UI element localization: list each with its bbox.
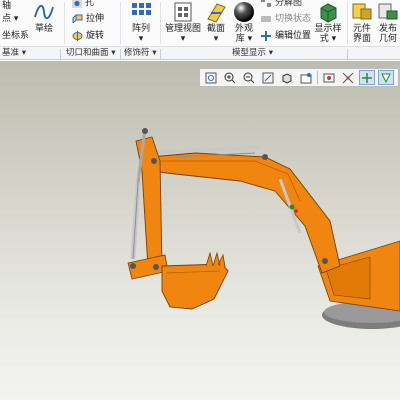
point-label: 点 ▾ [2, 14, 19, 24]
group-separator [120, 49, 121, 59]
refit-icon[interactable] [203, 70, 219, 85]
joint-pin [151, 158, 157, 164]
manage-views-dropdown-arrow[interactable]: ▾ [181, 34, 186, 44]
appearance-sphere-icon [234, 2, 254, 22]
modifiers-group-label[interactable]: 修饰符 ▾ [124, 48, 156, 59]
display-style-button[interactable]: 显示样 式 ▾ [313, 1, 343, 44]
coordinate-system-button[interactable]: 坐标系 [2, 31, 29, 41]
bucket-teeth [205, 251, 226, 268]
joint-pin [262, 154, 268, 160]
joint-pin [322, 258, 328, 264]
coordinate-system-label: 坐标系 [2, 31, 30, 41]
publish-label: 发布 [378, 24, 397, 34]
ribbon-separator [160, 2, 161, 44]
pattern-button[interactable]: 阵列 ▾ [126, 1, 156, 44]
repaint-icon[interactable] [260, 70, 276, 85]
pattern-icon [132, 3, 151, 15]
component-label: 元件 [352, 24, 371, 34]
toolbar-separator [317, 71, 318, 84]
saved-views-icon[interactable] [298, 70, 314, 85]
group-separator [60, 49, 61, 59]
appearance-label: 外观 [234, 24, 253, 34]
group-separator [160, 49, 161, 59]
toggle-status-label: 切换状态 [275, 14, 312, 24]
ribbon: 轴 点 ▾ 坐标系 草绘 孔 拉伸 旋转 阵列 ▾ 管理视图 ▾ 截面 ▾ 外观… [0, 0, 400, 46]
joint-pin [153, 264, 159, 270]
model-display-group-label[interactable]: 模型显示 ▾ [232, 48, 273, 59]
revolve-button[interactable]: 旋转 [72, 31, 104, 41]
publish-geometry-icon [378, 3, 398, 20]
datum-group-label[interactable]: 基准 ▾ [2, 48, 26, 59]
display-style-cube-icon [320, 3, 337, 23]
spin-center-icon[interactable] [359, 70, 375, 85]
section-label: 截面 [206, 24, 225, 34]
shading-icon[interactable] [279, 70, 295, 85]
component-interface-button[interactable]: 元件 界面 [350, 1, 374, 44]
sketch-label: 草绘 [34, 24, 53, 34]
joint-pin [130, 263, 136, 269]
hole-button[interactable]: 孔 [72, 0, 94, 8]
pattern-label: 阵列 [131, 24, 150, 34]
appearance-library-label: 库 ▾ [235, 34, 253, 44]
ribbon-separator [120, 2, 121, 44]
explode-view-label: 分解图 [275, 0, 303, 8]
appearance-library-button[interactable]: 外观 库 ▾ [231, 1, 257, 44]
manage-views-label: 管理视图 [164, 24, 201, 34]
joint-pin [142, 128, 148, 134]
group-separator [347, 49, 348, 59]
axis-label: 轴 [2, 1, 12, 11]
datum-marker-green [289, 204, 295, 210]
display-style-label: 显示样 [314, 24, 342, 34]
ribbon-separator [347, 2, 348, 44]
extrude-button[interactable]: 拉伸 [72, 14, 104, 24]
zoom-out-icon[interactable] [241, 70, 257, 85]
section-button[interactable]: 截面 ▾ [203, 1, 229, 44]
explode-view-icon [261, 0, 271, 7]
hole-label: 孔 [85, 0, 95, 8]
manage-views-button[interactable]: 管理视图 ▾ [164, 1, 202, 44]
datum-marker-red [294, 209, 298, 213]
cut-surface-group-label[interactable]: 切口和曲面 ▾ [66, 48, 115, 59]
section-dropdown-arrow[interactable]: ▾ [214, 34, 219, 44]
boom-cylinder [149, 145, 261, 155]
view-manager-icon[interactable] [321, 70, 337, 85]
section-icon [207, 3, 226, 23]
stick-arm [135, 136, 163, 269]
pattern-dropdown-arrow[interactable]: ▾ [139, 34, 144, 44]
point-button[interactable]: 点 ▾ [2, 14, 18, 24]
edit-position-icon [261, 31, 271, 41]
excavator-model[interactable] [0, 61, 400, 400]
display-style-dropdown-label: 式 ▾ [319, 34, 337, 44]
interface-label: 界面 [352, 34, 371, 44]
publish-geometry-button[interactable]: 发布 几何 [376, 1, 400, 44]
edit-position-label: 编辑位置 [275, 31, 312, 41]
revolve-label: 旋转 [86, 31, 105, 41]
explode-view-button[interactable]: 分解图 [261, 0, 302, 8]
axis-button[interactable]: 轴 [2, 1, 11, 11]
extrude-icon [72, 14, 83, 24]
toggle-status-button[interactable]: 切换状态 [261, 14, 311, 24]
geometry-label: 几何 [378, 34, 397, 44]
ribbon-group-bar: 基准 ▾ 切口和曲面 ▾ 修饰符 ▾ 模型显示 ▾ [0, 46, 400, 60]
revolve-icon [72, 31, 83, 41]
datum-display-icon[interactable] [340, 70, 356, 85]
toggle-status-icon [261, 16, 271, 22]
sketch-icon [34, 4, 54, 20]
sketch-button[interactable]: 草绘 [30, 1, 58, 34]
zoom-in-icon[interactable] [222, 70, 238, 85]
manage-views-icon [174, 2, 192, 22]
annotation-display-icon[interactable] [378, 70, 394, 85]
extrude-label: 拉伸 [86, 14, 105, 24]
ribbon-separator [64, 2, 65, 44]
hole-icon [72, 0, 82, 8]
boom-arm [149, 152, 341, 274]
component-interface-icon [352, 3, 372, 20]
edit-position-button[interactable]: 编辑位置 [261, 31, 311, 41]
graphics-toolbar [199, 68, 399, 87]
